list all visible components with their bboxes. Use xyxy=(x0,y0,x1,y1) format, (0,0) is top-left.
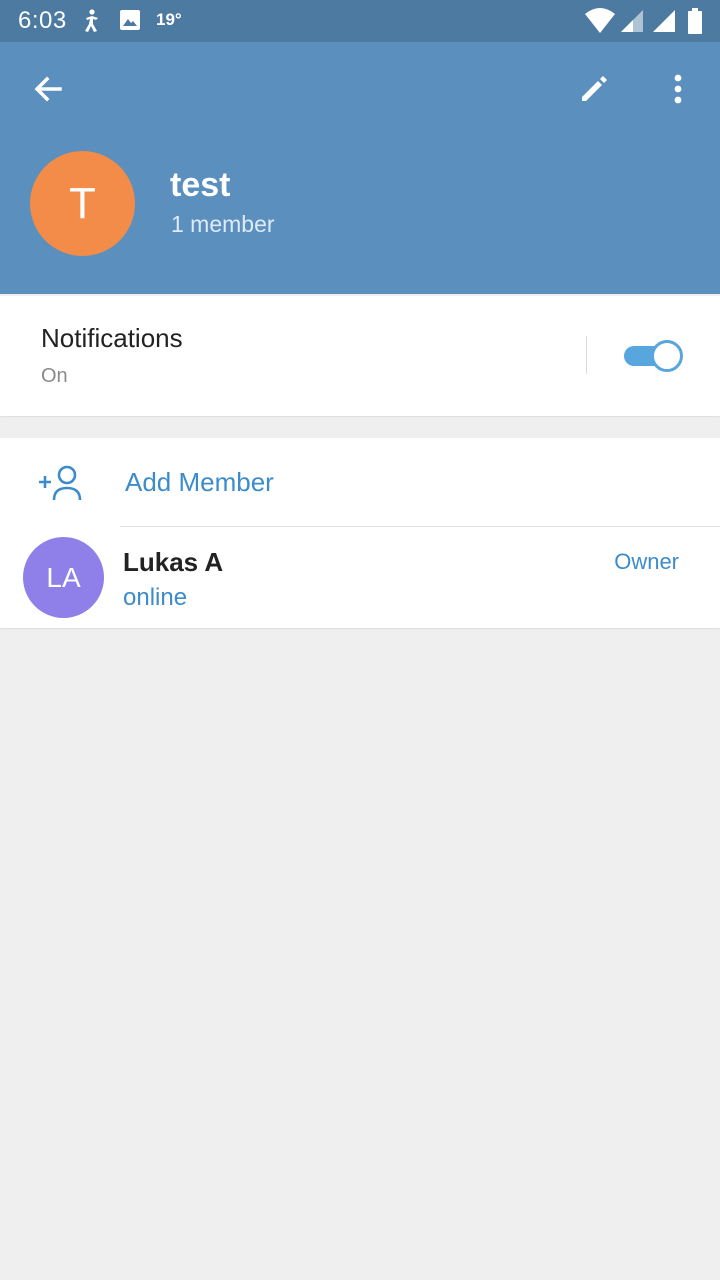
notifications-status: On xyxy=(41,365,68,387)
more-vert-icon xyxy=(673,73,683,110)
notifications-row[interactable]: Notifications On xyxy=(0,296,720,416)
status-bar: 6:03 19° xyxy=(0,0,720,42)
image-icon xyxy=(119,9,141,36)
temperature-label: 19° xyxy=(156,10,182,29)
edit-pencil-icon xyxy=(578,73,610,110)
status-time: 6:03 xyxy=(18,7,67,34)
signal-icon xyxy=(620,9,644,38)
avatar: LA xyxy=(23,537,104,618)
battery-icon xyxy=(688,8,702,39)
add-person-icon xyxy=(38,464,84,507)
member-role-badge: Owner xyxy=(614,549,679,574)
edit-button[interactable] xyxy=(566,63,622,119)
back-button[interactable] xyxy=(20,63,76,119)
group-member-count: 1 member xyxy=(171,211,275,237)
notifications-title: Notifications xyxy=(41,323,183,353)
toggle-knob xyxy=(651,340,683,372)
add-member-button[interactable]: Add Member xyxy=(0,438,720,526)
back-arrow-icon xyxy=(33,74,63,109)
accessibility-icon xyxy=(82,9,102,38)
member-name: Lukas A xyxy=(123,547,224,577)
member-status: online xyxy=(123,584,188,611)
add-member-label: Add Member xyxy=(125,467,274,497)
notifications-toggle[interactable] xyxy=(622,339,684,373)
divider xyxy=(586,336,587,374)
more-options-button[interactable] xyxy=(650,63,706,119)
group-title: test xyxy=(170,166,231,204)
list-item[interactable]: LA Lukas A online Owner xyxy=(0,527,720,628)
group-header: T test 1 member xyxy=(0,42,720,294)
members-section: Add Member LA Lukas A online Owner xyxy=(0,438,720,628)
group-avatar[interactable]: T xyxy=(30,151,135,256)
avatar-initials: LA xyxy=(46,561,81,593)
signal-icon xyxy=(652,9,676,38)
group-avatar-letter: T xyxy=(69,178,96,228)
wifi-icon xyxy=(584,8,616,39)
